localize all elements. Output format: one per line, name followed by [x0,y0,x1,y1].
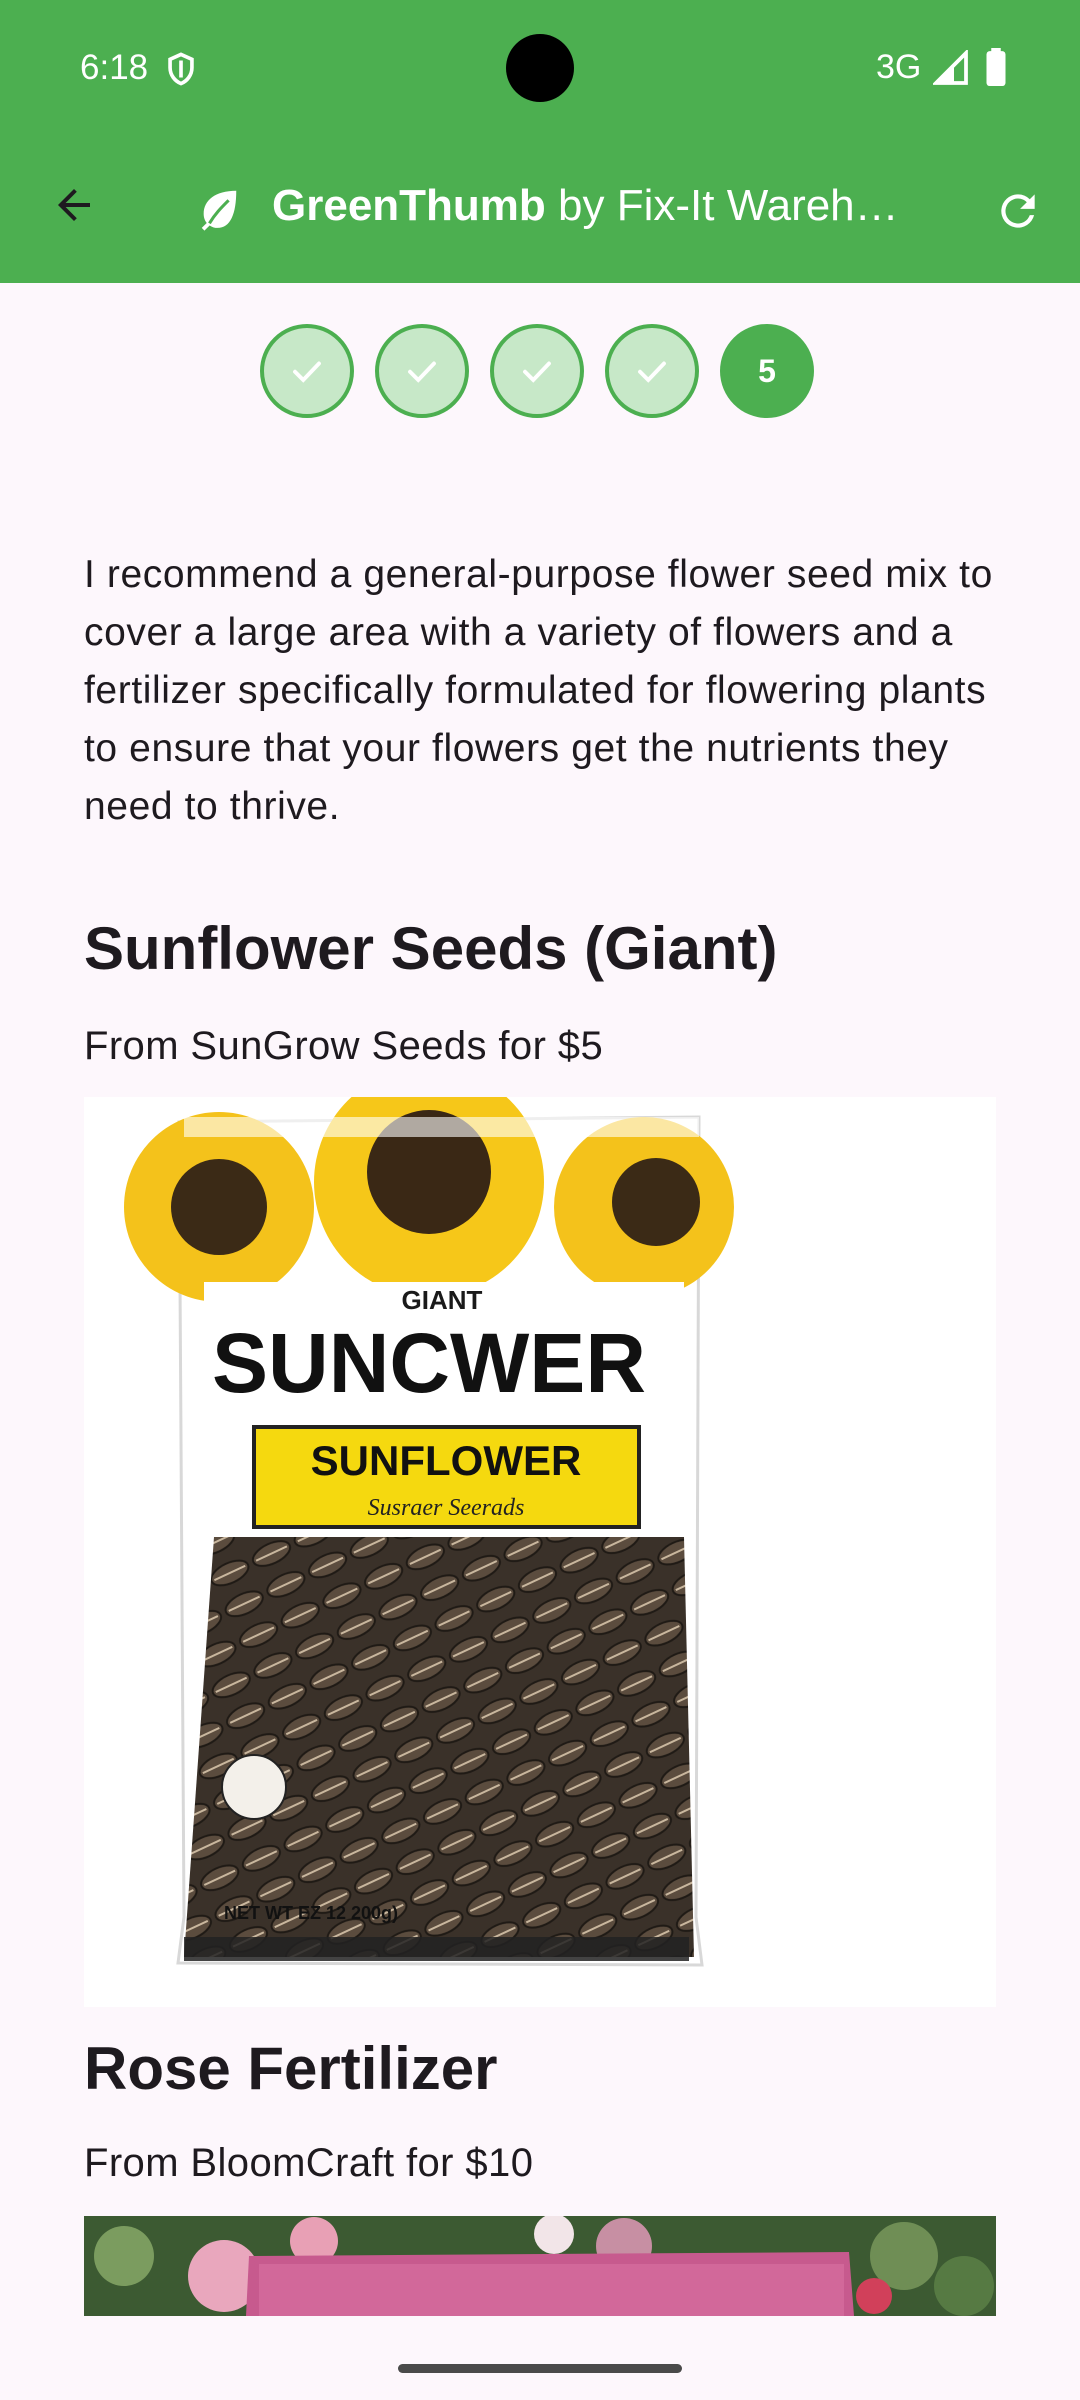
app-bar: GreenThumb by Fix-It Wareh… [0,135,1080,283]
product-image[interactable] [84,2216,996,2316]
product-image[interactable]: GIANT SUNCWER SUNFLOWER Susraer Seerads … [84,1097,996,2007]
product-name: Rose Fertilizer [84,2035,498,2102]
check-icon [523,361,551,383]
product-source: From SunGrow Seeds for $5 [84,1024,604,1068]
app-title-suffix: by Fix-It Wareh… [545,181,899,230]
step-5-current[interactable]: 5 [720,324,814,418]
product-source: From BloomCraft for $10 [84,2141,534,2185]
seed-bag-illustration: GIANT SUNCWER SUNFLOWER Susraer Seerads … [124,1097,734,1967]
bag-tag: GIANT [402,1285,483,1315]
step-4-complete[interactable] [605,324,699,418]
arrow-back-icon [58,189,90,221]
status-time: 6:18 [80,48,149,87]
network-type: 3G [876,48,922,86]
bag-weight: NET WT EZ 12 200g) [224,1903,398,1923]
app-brand: GreenThumb [272,181,546,230]
status-bar: 6:18 3G [0,0,1080,135]
check-icon [638,361,666,383]
camera-cutout [506,34,574,102]
check-icon [293,361,321,383]
fertilizer-bag-illustration [84,2216,996,2316]
battery-icon [986,48,1006,86]
recommendation-text: I recommend a general-purpose flower see… [84,553,993,828]
step-2-complete[interactable] [375,324,469,418]
step-1-complete[interactable] [260,324,354,418]
home-indicator[interactable] [398,2364,682,2373]
step-3-complete[interactable] [490,324,584,418]
refresh-icon [1001,194,1035,228]
refresh-button[interactable] [990,183,1046,239]
app-title: GreenThumb by Fix-It Wareh… [272,181,912,231]
product-name: Sunflower Seeds (Giant) [84,915,778,982]
back-button[interactable] [44,175,104,235]
bag-label: SUNFLOWER [311,1437,582,1484]
check-icon [408,361,436,383]
leaf-icon [201,190,237,231]
signal-icon [933,50,968,85]
bag-sub: Susraer Seerads [368,1495,525,1521]
bag-brand: SUNCWER [212,1316,646,1410]
progress-stepper: 5 [260,324,814,418]
shield-icon [168,52,194,86]
